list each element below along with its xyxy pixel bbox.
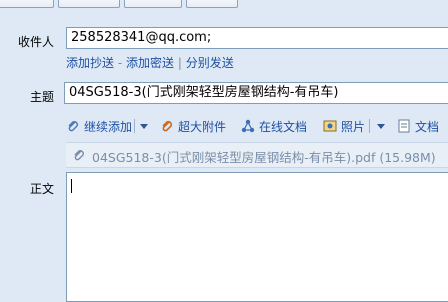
body-label: 正文 xyxy=(30,182,55,196)
add-bcc-link[interactable]: 添加密送 xyxy=(126,56,174,70)
chevron-down-icon xyxy=(140,123,148,129)
large-attachment-button[interactable]: 超大附件 xyxy=(160,117,226,135)
subject-field-value: 04SG518-3(门式刚架轻型房屋钢结构-有吊车) xyxy=(69,85,339,100)
toolbar-button-3[interactable] xyxy=(124,0,182,8)
attachment-name: 04SG518-3(门式刚架轻型房屋钢结构-有吊车).pdf (15.98M) xyxy=(92,150,436,165)
photo-dropdown[interactable] xyxy=(373,117,385,135)
add-cc-link[interactable]: 添加抄送 xyxy=(66,56,114,70)
recipient-links: 添加抄送 - 添加密送 | 分别发送 xyxy=(66,54,234,71)
toolbar-button-4[interactable] xyxy=(186,0,238,8)
subject-label: 主题 xyxy=(30,90,55,104)
online-doc-label: 在线文档 xyxy=(259,119,308,134)
link-pipe-separator: | xyxy=(177,56,182,70)
document-icon xyxy=(397,119,411,133)
chevron-down-icon xyxy=(377,123,385,129)
document-label: 文档 xyxy=(415,119,440,134)
link-dash-separator: - xyxy=(117,56,123,70)
toolbar-button-2[interactable] xyxy=(58,0,120,8)
text-caret xyxy=(71,179,72,193)
document-button[interactable]: 文档 xyxy=(397,117,439,135)
toolbar-button-1[interactable] xyxy=(0,0,54,8)
to-field[interactable]: 258528341@qq.com; xyxy=(66,27,448,49)
continue-add-label: 继续添加 xyxy=(84,119,133,134)
toolbar-divider xyxy=(369,119,370,133)
continue-add-button[interactable]: 继续添加 xyxy=(66,117,132,135)
share-nodes-icon xyxy=(241,119,255,133)
photo-icon xyxy=(323,119,337,133)
continue-add-dropdown[interactable] xyxy=(136,117,148,135)
body-editor[interactable] xyxy=(66,172,448,302)
paperclip-icon xyxy=(72,148,86,165)
separate-send-link[interactable]: 分别发送 xyxy=(186,56,234,70)
subject-field[interactable]: 04SG518-3(门式刚架轻型房屋钢结构-有吊车) xyxy=(64,82,448,104)
online-doc-button[interactable]: 在线文档 xyxy=(241,117,307,135)
photo-label: 照片 xyxy=(341,119,366,134)
large-attachment-label: 超大附件 xyxy=(178,119,227,134)
to-label: 收件人 xyxy=(18,35,55,49)
toolbar-divider xyxy=(134,119,135,133)
attachment-item[interactable]: 04SG518-3(门式刚架轻型房屋钢结构-有吊车).pdf (15.98M) xyxy=(66,142,448,168)
paperclip-icon xyxy=(66,119,80,133)
to-field-value: 258528341@qq.com; xyxy=(71,30,212,45)
photo-button[interactable]: 照片 xyxy=(323,117,365,135)
large-paperclip-icon xyxy=(160,119,174,133)
